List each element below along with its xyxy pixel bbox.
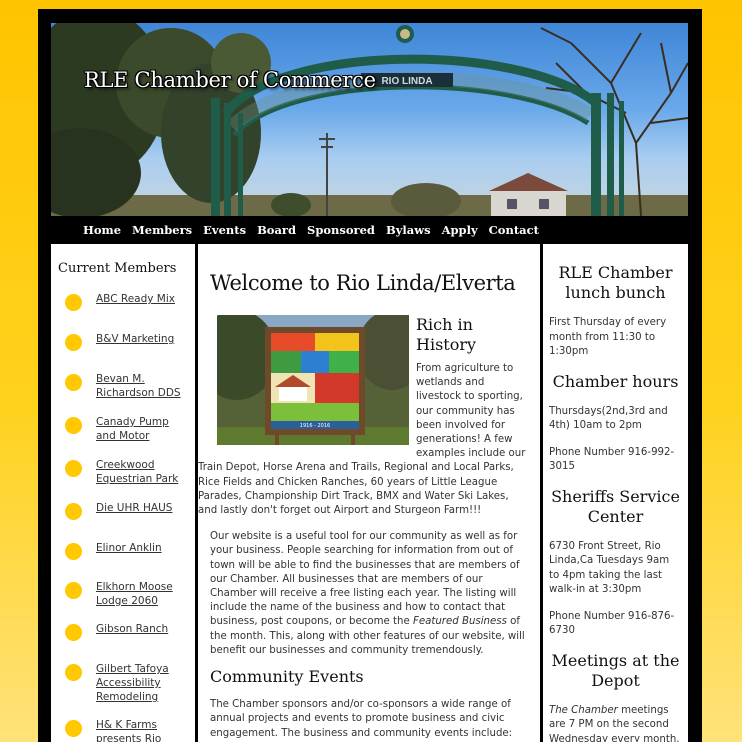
bullet-icon xyxy=(65,720,82,737)
nav-home[interactable]: Home xyxy=(83,223,121,237)
tree-right xyxy=(540,27,688,216)
hours-title: Chamber hours xyxy=(552,371,679,391)
main-nav: Home Members Events Board Sponsored Byla… xyxy=(51,216,688,244)
events-paragraph: The Chamber sponsors and/or co-sponsors … xyxy=(210,699,513,739)
list-item: Die UHR HAUS xyxy=(51,501,195,521)
site-title[interactable]: RLE Chamber of Commerce xyxy=(84,68,376,92)
list-item: H& K Farms presents Rio Linda Farmers Ma… xyxy=(51,718,195,742)
lunch-block: RLE Chamber lunch bunch First Thursday o… xyxy=(543,263,688,360)
list-item: B&V Marketing xyxy=(51,332,195,352)
bullet-icon xyxy=(65,334,82,351)
member-link[interactable]: Canady Pump and Motor xyxy=(96,415,186,443)
lunch-text: First Thursday of every month from 11:30… xyxy=(549,317,667,357)
nav-apply[interactable]: Apply xyxy=(442,223,478,237)
photo-caption: 1916 - 2016 xyxy=(300,423,330,429)
nav-events[interactable]: Events xyxy=(203,223,246,237)
list-item: ABC Ready Mix xyxy=(51,292,195,312)
member-link[interactable]: Gibson Ranch xyxy=(96,622,186,636)
member-link[interactable]: Elinor Anklin xyxy=(96,541,186,555)
member-link[interactable]: Elkhorn Moose Lodge 2060 xyxy=(96,580,186,608)
nav-board[interactable]: Board xyxy=(257,223,296,237)
bullet-icon xyxy=(65,543,82,560)
meetings-title: Meetings at the Depot xyxy=(551,650,680,690)
website-paragraph: Our website is a useful tool for our com… xyxy=(210,530,530,658)
list-item: Creekwood Equestrian Park xyxy=(51,458,195,486)
list-item: Canady Pump and Motor xyxy=(51,415,195,443)
bullet-icon xyxy=(65,460,82,477)
bullet-icon xyxy=(65,624,82,641)
bullet-icon xyxy=(65,294,82,311)
banner-photo: RIO LINDA xyxy=(51,23,688,216)
member-link[interactable]: B&V Marketing xyxy=(96,332,186,346)
list-item: Elinor Anklin xyxy=(51,541,195,561)
member-link[interactable]: H& K Farms presents Rio Linda Farmers Ma… xyxy=(96,718,186,742)
nav-members[interactable]: Members xyxy=(132,223,192,237)
website-paragraph-a: Our website is a useful tool for our com… xyxy=(210,531,520,628)
member-link[interactable]: Creekwood Equestrian Park xyxy=(96,458,186,486)
meetings-text: The Chamber meetings are 7 PM on the sec… xyxy=(549,704,682,742)
list-item: Elkhorn Moose Lodge 2060 xyxy=(51,580,195,608)
bullet-icon xyxy=(65,664,82,681)
featured-business-text: Featured Business xyxy=(412,616,507,628)
page-title: Welcome to Rio Linda/Elverta xyxy=(210,271,516,295)
nav-sponsored[interactable]: Sponsored xyxy=(307,223,375,237)
house xyxy=(489,173,568,216)
lunch-title: RLE Chamber lunch bunch xyxy=(558,263,673,302)
member-link[interactable]: Die UHR HAUS xyxy=(96,501,186,515)
members-sidebar: Current Members ABC Ready Mix B&V Market… xyxy=(51,244,195,742)
centennial-sign-photo: 1916 - 2016 xyxy=(217,315,409,445)
banner-sign-text: RIO LINDA xyxy=(381,76,432,87)
member-link[interactable]: Gilbert Tafoya Accessibility Remodeling xyxy=(96,662,186,704)
list-item: Gibson Ranch xyxy=(51,622,195,642)
sidebar-title: Current Members xyxy=(58,261,177,276)
nav-bylaws[interactable]: Bylaws xyxy=(386,223,431,237)
meetings-block: Meetings at the Depot The Chamber meetin… xyxy=(543,651,688,742)
hours-phone: Phone Number 916-992-3015 xyxy=(549,446,675,473)
hours-block: Chamber hours Thursdays(2nd,3rd and 4th)… xyxy=(543,372,688,475)
list-item: Bevan M. Richardson DDS xyxy=(51,372,195,400)
sheriff-title: Sheriffs Service Center xyxy=(551,486,680,526)
hours-text: Thursdays(2nd,3rd and 4th) 10am to 2pm xyxy=(549,405,668,432)
list-item: Gilbert Tafoya Accessibility Remodeling xyxy=(51,662,195,704)
bullet-icon xyxy=(65,503,82,520)
sheriff-text: 6730 Front Street, Rio Linda,Ca Tuesdays… xyxy=(549,540,670,596)
info-sidebar: RLE Chamber lunch bunch First Thursday o… xyxy=(543,244,688,742)
sheriff-phone: Phone Number 916-876-6730 xyxy=(549,610,675,637)
bullet-icon xyxy=(65,417,82,434)
meetings-em: The Chamber xyxy=(549,704,618,716)
sheriff-block: Sheriffs Service Center 6730 Front Stree… xyxy=(543,487,688,639)
bullet-icon xyxy=(65,582,82,599)
member-link[interactable]: Bevan M. Richardson DDS xyxy=(96,372,186,400)
section-title-events: Community Events xyxy=(210,667,364,687)
nav-contact[interactable]: Contact xyxy=(489,223,539,237)
header-banner: RIO LINDA RLE Chamber of Commerce xyxy=(51,23,688,216)
member-list: ABC Ready Mix B&V Marketing Bevan M. Ric… xyxy=(51,292,195,742)
member-link[interactable]: ABC Ready Mix xyxy=(96,292,186,306)
main-content: Welcome to Rio Linda/Elverta 1916 - 2016… xyxy=(198,244,540,742)
bullet-icon xyxy=(65,374,82,391)
